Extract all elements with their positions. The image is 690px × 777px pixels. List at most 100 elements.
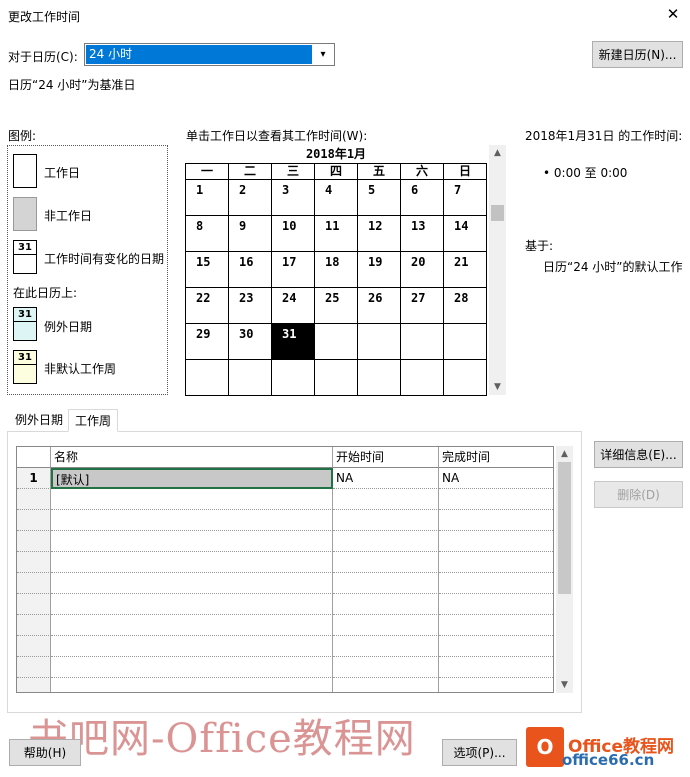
table-row[interactable] <box>17 615 553 636</box>
calendar-day[interactable]: 9 <box>229 216 272 252</box>
calendar-day[interactable]: 16 <box>229 252 272 288</box>
table-cell[interactable] <box>439 594 553 615</box>
table-row[interactable] <box>17 636 553 657</box>
calendar-day[interactable]: 19 <box>358 252 401 288</box>
table-cell[interactable] <box>51 678 333 692</box>
calendar-day[interactable]: 17 <box>272 252 315 288</box>
calendar-day[interactable]: 27 <box>401 288 444 324</box>
calendar-day[interactable]: 21 <box>444 252 487 288</box>
table-cell[interactable] <box>439 552 553 573</box>
calendar-day[interactable]: 22 <box>186 288 229 324</box>
calendar-day[interactable]: 14 <box>444 216 487 252</box>
calendar-day[interactable]: 2 <box>229 180 272 216</box>
calendar-day[interactable]: 12 <box>358 216 401 252</box>
calendar-day[interactable]: 28 <box>444 288 487 324</box>
table-cell[interactable] <box>439 531 553 552</box>
table-cell[interactable] <box>51 510 333 531</box>
table-row[interactable] <box>17 510 553 531</box>
calendar-day[interactable]: 30 <box>229 324 272 360</box>
scroll-thumb[interactable] <box>491 205 504 221</box>
calendar-day[interactable]: 24 <box>272 288 315 324</box>
table-row[interactable] <box>17 489 553 510</box>
calendar-day[interactable]: 10 <box>272 216 315 252</box>
calendar-day[interactable]: 20 <box>401 252 444 288</box>
table-cell[interactable] <box>51 636 333 657</box>
tab-work-weeks[interactable]: 工作周 <box>68 409 119 432</box>
table-row[interactable] <box>17 657 553 678</box>
scroll-up-icon[interactable]: ▲ <box>556 446 573 462</box>
calendar-scrollbar[interactable]: ▲ ▼ <box>489 145 506 395</box>
table-cell[interactable] <box>333 615 439 636</box>
details-button[interactable]: 详细信息(E)... <box>594 441 683 468</box>
table-cell[interactable] <box>439 636 553 657</box>
table-cell[interactable] <box>439 657 553 678</box>
table-cell[interactable] <box>439 489 553 510</box>
calendar-day[interactable]: 18 <box>315 252 358 288</box>
table-cell[interactable]: NA <box>439 468 553 489</box>
table-cell[interactable] <box>333 657 439 678</box>
scroll-down-icon[interactable]: ▼ <box>489 379 506 395</box>
table-cell[interactable] <box>439 573 553 594</box>
scroll-up-icon[interactable]: ▲ <box>489 145 506 161</box>
table-scrollbar[interactable]: ▲ ▼ <box>556 446 573 693</box>
help-button[interactable]: 帮助(H) <box>9 739 81 766</box>
table-cell[interactable] <box>333 678 439 692</box>
table-row[interactable] <box>17 552 553 573</box>
table-cell[interactable] <box>51 657 333 678</box>
close-icon[interactable]: ✕ <box>662 4 684 24</box>
calendar-day[interactable]: 25 <box>315 288 358 324</box>
calendar-day[interactable]: 1 <box>186 180 229 216</box>
new-calendar-button[interactable]: 新建日历(N)... <box>592 41 683 68</box>
table-cell[interactable] <box>51 531 333 552</box>
table-row[interactable] <box>17 573 553 594</box>
calendar-day[interactable]: 8 <box>186 216 229 252</box>
table-cell[interactable] <box>51 594 333 615</box>
table-row[interactable] <box>17 678 553 692</box>
calendar-day[interactable]: 4 <box>315 180 358 216</box>
table-row[interactable] <box>17 594 553 615</box>
chevron-down-icon[interactable]: ▾ <box>315 45 331 64</box>
weekday-header-cell: 一 <box>186 164 229 180</box>
office-logo-icon: O <box>526 727 564 767</box>
table-row[interactable] <box>17 531 553 552</box>
table-cell[interactable] <box>439 678 553 692</box>
calendar-day[interactable]: 26 <box>358 288 401 324</box>
calendar-for-label: 对于日历(C): <box>8 50 78 64</box>
column-header[interactable]: 开始时间 <box>333 447 439 468</box>
calendar-day[interactable]: 5 <box>358 180 401 216</box>
calendar-select[interactable]: 24 小时 ▾ <box>84 43 335 66</box>
table-cell[interactable] <box>51 615 333 636</box>
delete-button[interactable]: 删除(D) <box>594 481 683 508</box>
table-cell[interactable] <box>51 552 333 573</box>
scroll-thumb[interactable] <box>558 462 571 594</box>
table-cell[interactable] <box>333 636 439 657</box>
calendar-day[interactable]: 23 <box>229 288 272 324</box>
table-cell[interactable]: NA <box>333 468 439 489</box>
calendar-day[interactable]: 31 <box>272 324 315 360</box>
calendar-day[interactable]: 7 <box>444 180 487 216</box>
column-header[interactable]: 完成时间 <box>439 447 553 468</box>
calendar-day[interactable]: 15 <box>186 252 229 288</box>
table-cell[interactable] <box>51 489 333 510</box>
calendar-day[interactable]: 6 <box>401 180 444 216</box>
calendar-day[interactable]: 29 <box>186 324 229 360</box>
column-header[interactable] <box>17 447 51 468</box>
table-cell[interactable] <box>333 594 439 615</box>
column-header[interactable]: 名称 <box>51 447 333 468</box>
table-row[interactable]: 1 [默认] NA NA <box>17 468 553 489</box>
calendar-day[interactable]: 13 <box>401 216 444 252</box>
calendar-day[interactable]: 11 <box>315 216 358 252</box>
tab-exceptions[interactable]: 例外日期 <box>9 409 69 432</box>
table-cell[interactable] <box>333 531 439 552</box>
table-cell[interactable]: [默认] <box>51 468 333 489</box>
table-cell[interactable] <box>333 489 439 510</box>
table-cell[interactable] <box>439 510 553 531</box>
table-cell[interactable] <box>439 615 553 636</box>
scroll-down-icon[interactable]: ▼ <box>556 677 573 693</box>
options-button[interactable]: 选项(P)... <box>442 739 517 766</box>
calendar-day[interactable]: 3 <box>272 180 315 216</box>
table-cell[interactable] <box>333 573 439 594</box>
table-cell[interactable] <box>51 573 333 594</box>
table-cell[interactable] <box>333 552 439 573</box>
table-cell[interactable] <box>333 510 439 531</box>
